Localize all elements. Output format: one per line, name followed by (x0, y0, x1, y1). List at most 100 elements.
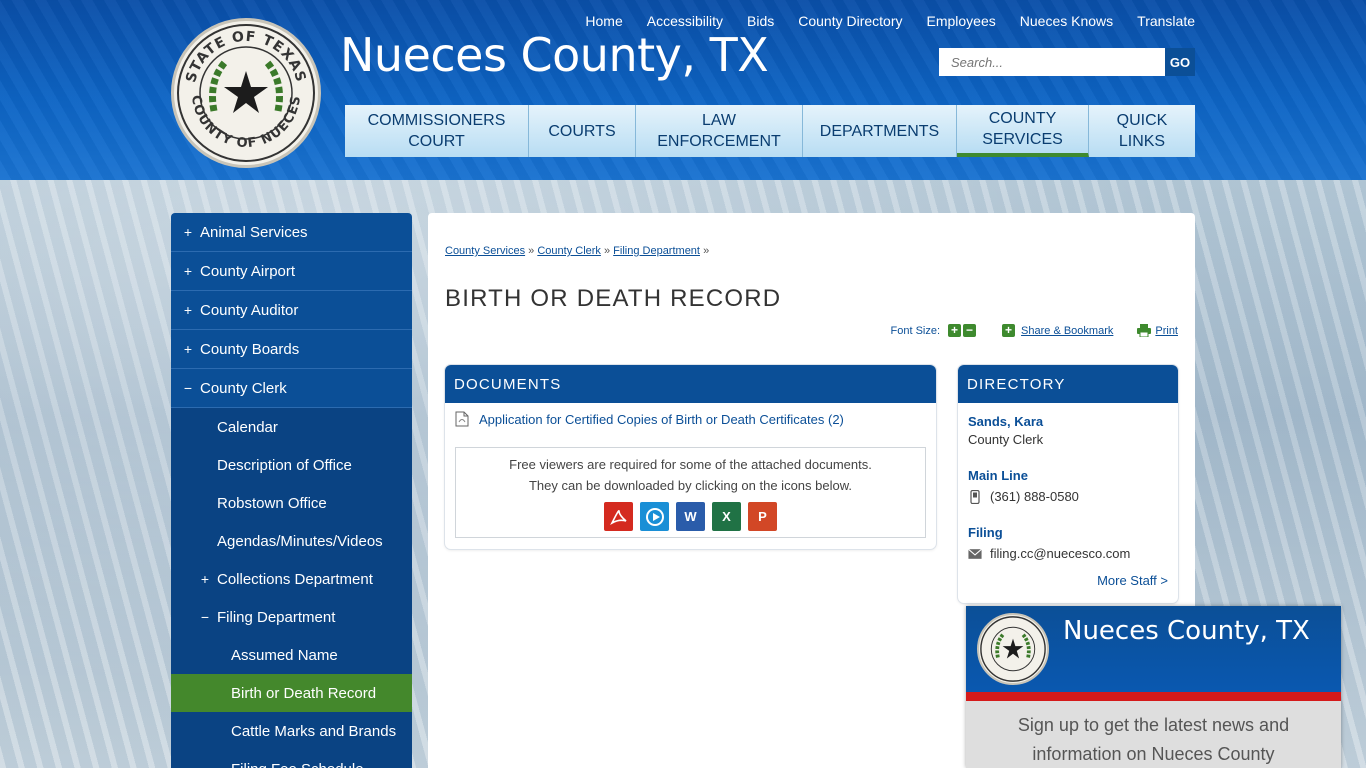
more-staff-link[interactable]: More Staff > (968, 572, 1168, 590)
nav-county-services[interactable]: COUNTY SERVICES (957, 105, 1089, 157)
utility-link-bids[interactable]: Bids (747, 13, 774, 29)
main-line-label: Main Line (968, 468, 1028, 483)
phone-icon (970, 490, 980, 504)
directory-panel: DIRECTORY Sands, Kara County Clerk Main … (958, 365, 1178, 603)
expand-icon[interactable]: + (180, 263, 196, 279)
collapse-icon[interactable]: − (180, 380, 196, 396)
print-link[interactable]: Print (1155, 325, 1178, 337)
expand-icon[interactable]: + (180, 302, 196, 318)
nav-label: DEPARTMENTS (819, 122, 940, 140)
sidebar-item-county-airport[interactable]: + County Airport (171, 252, 412, 291)
nav-departments[interactable]: DEPARTMENTS (803, 105, 957, 157)
sidebar-item-description-of-office[interactable]: Description of Office (171, 446, 412, 484)
utility-link-employees[interactable]: Employees (927, 13, 996, 29)
email-address[interactable]: filing.cc@nuecesco.com (990, 545, 1130, 563)
excel-viewer-icon[interactable]: X (712, 502, 741, 531)
document-item: Application for Certified Copies of Birt… (455, 411, 844, 427)
page-tools: Font Size: + − + Share & Bookmark Print (891, 324, 1178, 337)
sidebar-item-label: Collections Department (217, 570, 373, 588)
breadcrumb-separator: » (703, 245, 710, 257)
signup-line: information on Nueces County (1032, 744, 1275, 764)
utility-link-home[interactable]: Home (585, 13, 622, 29)
sidebar-item-county-boards[interactable]: + County Boards (171, 330, 412, 369)
sidebar-item-label: Filing Department (217, 608, 336, 626)
sidebar-item-filing-department[interactable]: − Filing Department (171, 598, 412, 636)
sidebar-item-robstown-office[interactable]: Robstown Office (171, 484, 412, 522)
share-bookmark-link[interactable]: Share & Bookmark (1021, 325, 1113, 337)
nav-label: COMMISSIONERS (367, 112, 506, 129)
sidebar-nav: + Animal Services + County Airport + Cou… (171, 213, 412, 768)
staff-role: County Clerk (968, 432, 1044, 447)
sidebar-item-filing-fee-schedule[interactable]: Filing Fee Schedule (171, 750, 412, 768)
documents-panel: DOCUMENTS Application for Certified Copi… (445, 365, 936, 549)
sidebar-item-animal-services[interactable]: + Animal Services (171, 213, 412, 252)
sidebar-item-birth-or-death-record[interactable]: Birth or Death Record (171, 674, 412, 712)
expand-icon[interactable]: + (180, 341, 196, 357)
search-input[interactable] (939, 48, 1165, 76)
page-title: BIRTH OR DEATH RECORD (445, 285, 782, 312)
font-size-label: Font Size: (890, 324, 941, 337)
sidebar-item-cattle-marks-and-brands[interactable]: Cattle Marks and Brands (171, 712, 412, 750)
sidebar-item-label: Animal Services (200, 223, 308, 241)
utility-nav: Home Accessibility Bids County Directory… (585, 13, 1195, 29)
nav-commissioners-court[interactable]: COMMISSIONERS COURT (345, 105, 529, 157)
nav-label: COUNTY (988, 110, 1057, 127)
nav-quick-links[interactable]: QUICK LINKS (1089, 105, 1195, 157)
documents-heading: DOCUMENTS (445, 365, 936, 403)
phone-number[interactable]: (361) 888-0580 (990, 488, 1079, 506)
breadcrumb-link[interactable]: County Services (445, 245, 525, 257)
site-header: STATE OF TEXAS COUNTY OF NUECES Nueces C… (0, 0, 1366, 180)
breadcrumb: County Services » County Clerk » Filing … (445, 245, 709, 257)
print-icon[interactable] (1137, 324, 1152, 337)
nav-courts[interactable]: COURTS (529, 105, 636, 157)
utility-link-translate[interactable]: Translate (1137, 13, 1195, 29)
breadcrumb-link[interactable]: County Clerk (537, 245, 601, 257)
utility-link-nueces-knows[interactable]: Nueces Knows (1020, 13, 1113, 29)
share-plus-icon[interactable]: + (1002, 324, 1016, 337)
site-title[interactable]: Nueces County, TX (340, 28, 769, 82)
sidebar-item-label: County Airport (200, 262, 296, 280)
utility-link-county-directory[interactable]: County Directory (798, 13, 902, 29)
sidebar-item-label: County Clerk (200, 379, 287, 397)
search-go-button[interactable]: GO (1165, 48, 1195, 76)
viewer-text: They can be downloaded by clicking on th… (528, 478, 853, 493)
sidebar-item-county-clerk[interactable]: − County Clerk (171, 369, 412, 408)
staff-name[interactable]: Sands, Kara (968, 413, 1168, 431)
sidebar-item-county-auditor[interactable]: + County Auditor (171, 291, 412, 330)
nav-label: LAW (701, 112, 737, 129)
county-seal-logo[interactable]: STATE OF TEXAS COUNTY OF NUECES (171, 18, 321, 168)
font-decrease-icon[interactable]: − (963, 324, 977, 337)
sidebar-item-calendar[interactable]: Calendar (171, 408, 412, 446)
word-viewer-icon[interactable]: W (676, 502, 705, 531)
viewer-text: Free viewers are required for some of th… (509, 457, 872, 472)
nav-label: QUICK (1116, 112, 1168, 129)
directory-heading: DIRECTORY (958, 365, 1178, 403)
powerpoint-viewer-icon[interactable]: P (748, 502, 777, 531)
nav-label: COURT (408, 133, 465, 150)
phone-row: (361) 888-0580 (968, 488, 1168, 506)
breadcrumb-link[interactable]: Filing Department (613, 245, 700, 257)
breadcrumb-separator: » (528, 245, 535, 257)
media-player-icon[interactable] (640, 502, 669, 531)
sidebar-item-label: County Auditor (200, 301, 299, 319)
county-seal-small-logo (977, 613, 1049, 685)
font-increase-icon[interactable]: + (948, 324, 962, 337)
document-link[interactable]: Application for Certified Copies of Birt… (479, 412, 844, 427)
signup-text: Sign up to get the latest news and infor… (966, 701, 1341, 768)
main-nav: COMMISSIONERS COURT COURTS LAW ENFORCEMENT… (345, 105, 1195, 157)
utility-link-accessibility[interactable]: Accessibility (647, 13, 723, 29)
sidebar-item-assumed-name[interactable]: Assumed Name (171, 636, 412, 674)
expand-icon[interactable]: + (180, 224, 196, 240)
sidebar-item-agendas-minutes-videos[interactable]: Agendas/Minutes/Videos (171, 522, 412, 560)
adobe-reader-icon[interactable] (604, 502, 633, 531)
signup-line: Sign up to get the latest news and (1017, 715, 1290, 735)
sidebar-item-label: County Boards (200, 340, 300, 358)
sidebar-item-collections-department[interactable]: + Collections Department (171, 560, 412, 598)
directory-body: Sands, Kara County Clerk Main Line (361)… (958, 403, 1178, 600)
expand-icon[interactable]: + (197, 571, 213, 587)
nav-label: ENFORCEMENT (657, 133, 781, 150)
collapse-icon[interactable]: − (197, 609, 213, 625)
news-signup-widget[interactable]: Nueces County, TX Sign up to get the lat… (966, 606, 1341, 768)
filing-label: Filing (968, 525, 1003, 540)
nav-law-enforcement[interactable]: LAW ENFORCEMENT (636, 105, 803, 157)
